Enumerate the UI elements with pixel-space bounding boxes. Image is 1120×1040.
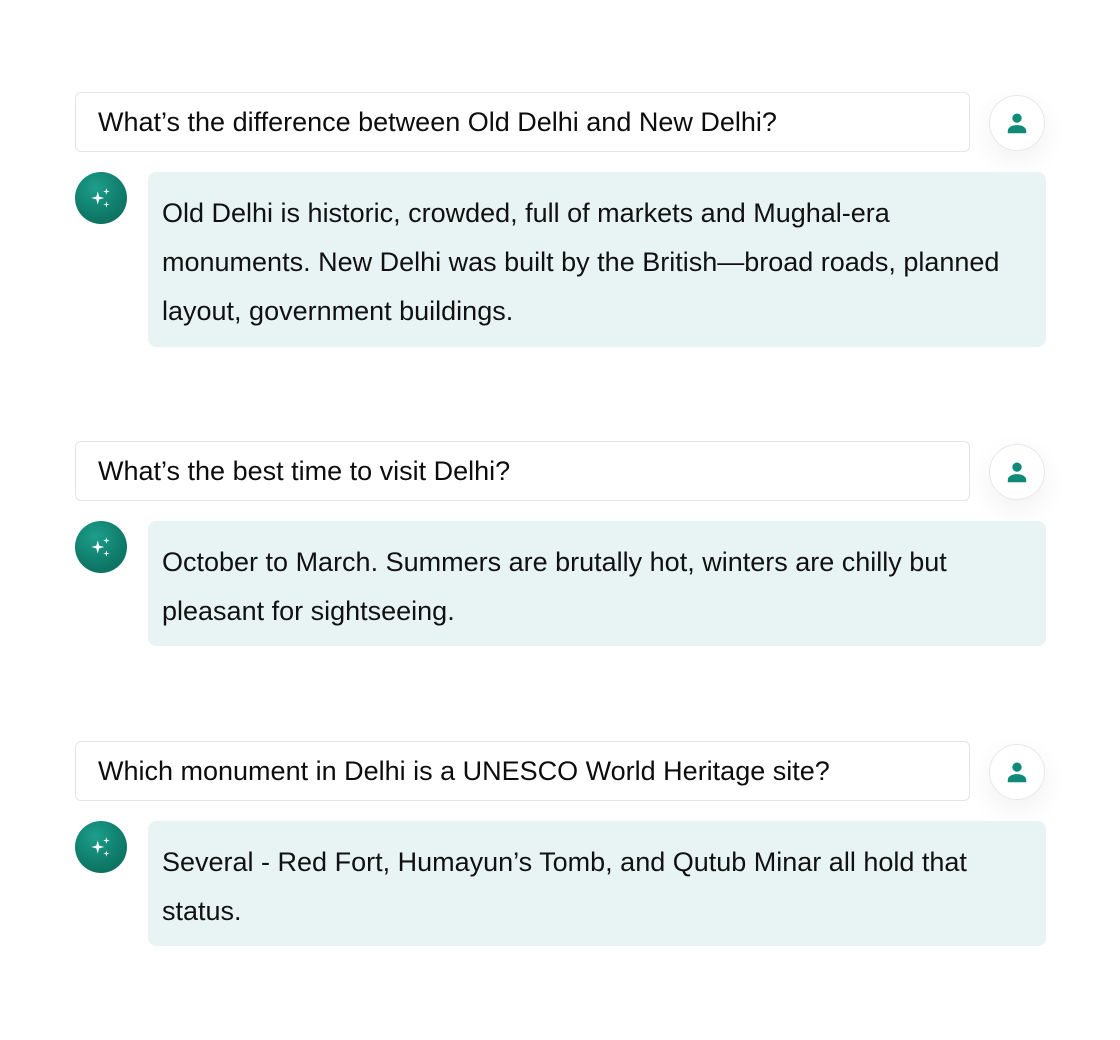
user-message-row: Which monument in Delhi is a UNESCO Worl…	[75, 741, 1047, 803]
user-message-row: What’s the difference between Old Delhi …	[75, 92, 1047, 154]
user-message-row: What’s the best time to visit Delhi?	[75, 441, 1047, 503]
sparkle-icon	[91, 537, 110, 557]
assistant-answer: October to March. Summers are brutally h…	[148, 521, 1046, 646]
user-avatar	[989, 444, 1045, 500]
person-icon	[1007, 762, 1027, 783]
assistant-avatar	[75, 172, 127, 224]
assistant-answer: Old Delhi is historic, crowded, full of …	[148, 172, 1046, 347]
sparkle-icon	[91, 188, 110, 208]
sparkle-icon	[91, 837, 110, 857]
assistant-avatar	[75, 821, 127, 873]
assistant-answer: Several - Red Fort, Humayun’s Tomb, and …	[148, 821, 1046, 946]
user-avatar	[989, 744, 1045, 800]
user-question: Which monument in Delhi is a UNESCO Worl…	[75, 741, 970, 801]
user-avatar	[989, 95, 1045, 151]
person-icon	[1007, 462, 1027, 483]
user-question: What’s the difference between Old Delhi …	[75, 92, 970, 152]
user-question: What’s the best time to visit Delhi?	[75, 441, 970, 501]
assistant-avatar	[75, 521, 127, 573]
person-icon	[1007, 113, 1027, 134]
